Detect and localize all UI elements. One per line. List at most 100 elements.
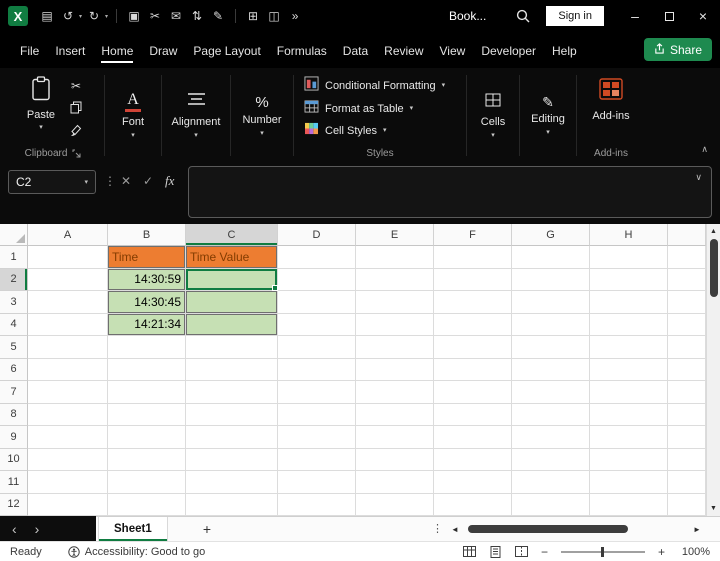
cut-icon[interactable]: ✂ (146, 7, 164, 25)
cell-F8[interactable] (434, 403, 512, 426)
cell-G9[interactable] (512, 426, 590, 449)
cell-F5[interactable] (434, 336, 512, 359)
alignment-group-button[interactable]: Alignment ▾ (162, 70, 230, 161)
column-header-H[interactable]: H (590, 224, 668, 246)
editing-group-button[interactable]: ✎ Editing ▾ (520, 70, 576, 161)
scroll-down-icon[interactable]: ▼ (707, 502, 720, 515)
cell-C2[interactable] (186, 268, 278, 291)
cell-H6[interactable] (590, 358, 668, 381)
cell-C3[interactable] (186, 291, 278, 314)
cell-A8[interactable] (28, 403, 108, 426)
row-header-7[interactable]: 7 (0, 381, 28, 404)
tab-insert[interactable]: Insert (47, 35, 93, 68)
cell-D2[interactable] (278, 268, 356, 291)
cell-E9[interactable] (356, 426, 434, 449)
font-group-button[interactable]: A Font ▾ (105, 70, 161, 161)
scroll-up-icon[interactable]: ▲ (707, 225, 720, 238)
cell-C5[interactable] (186, 336, 278, 359)
page-layout-view-button[interactable] (489, 545, 502, 558)
draw-icon[interactable]: ✎ (209, 7, 227, 25)
vertical-scrollbar-thumb[interactable] (710, 239, 718, 297)
sign-in-button[interactable]: Sign in (546, 6, 604, 26)
cell-E10[interactable] (356, 448, 434, 471)
more-commands-icon[interactable]: » (286, 7, 304, 25)
minimize-button[interactable]: – (618, 0, 652, 32)
row-header-9[interactable]: 9 (0, 426, 28, 449)
tab-home[interactable]: Home (93, 35, 141, 68)
tab-page-layout[interactable]: Page Layout (185, 35, 268, 68)
cell-D8[interactable] (278, 403, 356, 426)
cell-H2[interactable] (590, 268, 668, 291)
cell-E11[interactable] (356, 471, 434, 494)
cell-B4[interactable]: 14:21:34 (108, 313, 186, 336)
column-header-B[interactable]: B (108, 224, 186, 246)
row-header-5[interactable]: 5 (0, 336, 28, 359)
column-header-C[interactable]: C (186, 224, 278, 246)
cell-D11[interactable] (278, 471, 356, 494)
cell-A5[interactable] (28, 336, 108, 359)
cell-G8[interactable] (512, 403, 590, 426)
accessibility-status-label[interactable]: Accessibility: Good to go (85, 546, 205, 558)
cell-G2[interactable] (512, 268, 590, 291)
clipboard-dialog-launcher-icon[interactable] (72, 149, 81, 158)
cell-C12[interactable] (186, 493, 278, 516)
page-break-preview-button[interactable] (514, 546, 528, 557)
formula-input[interactable]: ∨ (188, 166, 712, 218)
sheet-tab-sheet1[interactable]: Sheet1 (98, 517, 168, 541)
cell-F7[interactable] (434, 381, 512, 404)
horizontal-scrollbar-track[interactable] (462, 517, 690, 541)
cell-F6[interactable] (434, 358, 512, 381)
tab-data[interactable]: Data (335, 35, 376, 68)
undo-icon-dropdown[interactable]: ▾ (79, 13, 82, 20)
row-header-4[interactable]: 4 (0, 313, 28, 336)
select-all-corner[interactable] (0, 224, 28, 246)
cell-A4[interactable] (28, 313, 108, 336)
cell-B9[interactable] (108, 426, 186, 449)
enter-icon[interactable]: ✓ (143, 174, 153, 188)
name-box[interactable]: C2 ▾ (8, 170, 96, 194)
accessibility-icon[interactable] (68, 545, 80, 558)
row-header-6[interactable]: 6 (0, 358, 28, 381)
sort-icon[interactable]: ⇅ (188, 7, 206, 25)
cell-F10[interactable] (434, 448, 512, 471)
cell-C7[interactable] (186, 381, 278, 404)
zoom-slider-thumb[interactable] (601, 546, 605, 557)
cell-C1[interactable]: Time Value (186, 246, 278, 269)
cell-D6[interactable] (278, 358, 356, 381)
row-header-1[interactable]: 1 (0, 246, 28, 269)
cell-A7[interactable] (28, 381, 108, 404)
insert-function-icon[interactable]: fx (165, 173, 174, 189)
cell-A2[interactable] (28, 268, 108, 291)
mail-icon[interactable]: ✉ (167, 7, 185, 25)
cell-E4[interactable] (356, 313, 434, 336)
column-header-F[interactable]: F (434, 224, 512, 246)
cell-H12[interactable] (590, 493, 668, 516)
cell-E12[interactable] (356, 493, 434, 516)
tab-help[interactable]: Help (544, 35, 585, 68)
table-icon[interactable]: ⊞ (244, 7, 262, 25)
number-group-button[interactable]: % Number ▾ (231, 70, 293, 161)
cell-F9[interactable] (434, 426, 512, 449)
cell-C10[interactable] (186, 448, 278, 471)
cell-D4[interactable] (278, 313, 356, 336)
format-painter-button[interactable] (66, 122, 86, 138)
cut-button[interactable]: ✂ (66, 78, 86, 94)
cell-E2[interactable] (356, 268, 434, 291)
cell-B3[interactable]: 14:30:45 (108, 291, 186, 314)
zoom-slider[interactable] (560, 546, 645, 557)
cell-G6[interactable] (512, 358, 590, 381)
cell-C11[interactable] (186, 471, 278, 494)
row-header-10[interactable]: 10 (0, 448, 28, 471)
save-icon[interactable]: ▤ (38, 7, 56, 25)
undo-icon[interactable]: ↺ (59, 7, 77, 25)
redo-icon[interactable]: ↻ (85, 7, 103, 25)
cell-D5[interactable] (278, 336, 356, 359)
cell-B10[interactable] (108, 448, 186, 471)
column-header-D[interactable]: D (278, 224, 356, 246)
paste-button[interactable]: Paste ▾ (20, 70, 62, 145)
cell-F4[interactable] (434, 313, 512, 336)
cell-E5[interactable] (356, 336, 434, 359)
cell-D3[interactable] (278, 291, 356, 314)
sheetbar-grip-icon[interactable]: ⋮ (432, 522, 443, 535)
column-header-E[interactable]: E (356, 224, 434, 246)
